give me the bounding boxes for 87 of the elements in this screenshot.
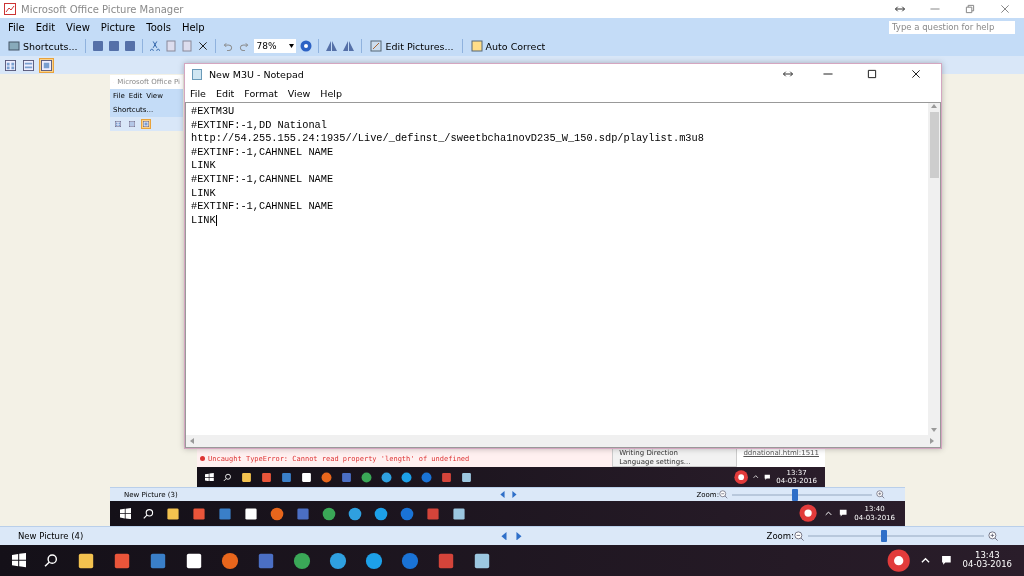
- view-mode-button[interactable]: [3, 57, 18, 73]
- window-title: Microsoft Office Picture Manager: [21, 3, 185, 15]
- view-mode-button[interactable]: [127, 119, 137, 129]
- view-icon: [23, 59, 34, 71]
- app-tray-icon[interactable]: [733, 469, 749, 485]
- view-mode-button[interactable]: [21, 57, 36, 73]
- text-line: #EXTINF:-1,CAHNNEL NAME: [191, 145, 334, 158]
- menu-item[interactable]: Help: [181, 21, 205, 33]
- auto-correct-button[interactable]: Auto Correct: [468, 37, 548, 55]
- app-tray-icon[interactable]: [887, 548, 911, 573]
- text-line: LINK: [191, 159, 216, 172]
- menu-item[interactable]: File: [190, 87, 206, 99]
- picture-name: New Picture (4): [18, 531, 84, 541]
- help-icon[interactable]: [300, 40, 313, 52]
- text-line: #EXTINF:-1,CAHNNEL NAME: [191, 172, 334, 185]
- previous-arrow-icon[interactable]: [499, 491, 505, 498]
- app-tray-icon[interactable]: [799, 504, 818, 523]
- scroll-right-icon: [929, 438, 935, 444]
- search-icon[interactable]: [44, 553, 59, 568]
- text-line: LINK: [191, 186, 216, 199]
- app-icon: [4, 3, 16, 15]
- view-mode-button[interactable]: [113, 119, 123, 129]
- zoom-out-icon[interactable]: [719, 490, 729, 499]
- zoom-in-icon[interactable]: [988, 530, 999, 542]
- edit-picture-icon: [370, 40, 383, 52]
- scroll-up-icon: [931, 103, 937, 109]
- message-icon[interactable]: [838, 509, 848, 518]
- error-icon: [200, 456, 205, 461]
- next-arrow-icon[interactable]: [515, 531, 522, 541]
- view-icon: [115, 121, 121, 127]
- menu-item[interactable]: File: [8, 21, 25, 33]
- menu-item[interactable]: Format: [244, 87, 278, 99]
- text-line: LINK: [191, 213, 216, 226]
- slider-thumb[interactable]: [881, 530, 888, 542]
- vertical-scrollbar[interactable]: [928, 103, 940, 435]
- view-icon: [129, 121, 135, 127]
- view-mode-button[interactable]: [39, 57, 54, 73]
- chevron-up-icon[interactable]: [921, 556, 931, 565]
- search-icon[interactable]: [143, 507, 155, 520]
- text-cursor: [215, 214, 217, 226]
- help-search-field[interactable]: Type a question for help: [888, 19, 1016, 35]
- view-mode-button[interactable]: [141, 119, 151, 129]
- scroll-down-icon: [931, 427, 937, 433]
- scrollbar-thumb[interactable]: [929, 112, 939, 178]
- menu-item[interactable]: Help: [320, 87, 342, 99]
- menu-item[interactable]: Edit: [35, 21, 56, 33]
- menu-item[interactable]: View: [66, 21, 90, 33]
- scissors-icon[interactable]: [150, 41, 161, 51]
- resize-cursor-icon: [783, 69, 793, 79]
- text-line: #EXTINF:-1,CAHNNEL NAME: [191, 200, 334, 213]
- maximize-icon[interactable]: [867, 69, 877, 79]
- previous-arrow-icon[interactable]: [501, 531, 508, 541]
- scroll-left-icon: [189, 438, 195, 444]
- view-icon: [41, 59, 52, 71]
- chevron-up-icon[interactable]: [753, 474, 759, 480]
- message-icon[interactable]: [764, 473, 771, 481]
- text-line: http://54.255.155.24:1935//Live/_definst_/sweetbcha1novD235_W_150.sdp/playlist.m3u8: [191, 132, 704, 145]
- text-line: #EXTINF:-1,DD National: [191, 118, 327, 131]
- windows-logo-icon[interactable]: [205, 472, 214, 482]
- horizontal-scrollbar[interactable]: [185, 435, 941, 448]
- zoom-dropdown[interactable]: 78%: [254, 39, 297, 53]
- search-icon[interactable]: [222, 472, 232, 482]
- shortcuts-button[interactable]: Shortcuts...: [6, 37, 80, 55]
- chevron-up-icon[interactable]: [824, 510, 832, 517]
- restore-icon[interactable]: [965, 4, 975, 14]
- slider-thumb[interactable]: [792, 488, 799, 501]
- text-line: #EXTM3U: [191, 105, 235, 117]
- menu-item[interactable]: Edit: [215, 87, 235, 99]
- resize-cursor-icon: [895, 4, 905, 14]
- menu-item[interactable]: View: [287, 87, 311, 99]
- windows-logo-icon[interactable]: [12, 553, 27, 568]
- zoom-out-icon[interactable]: [793, 530, 805, 542]
- menu-item[interactable]: Tools: [146, 21, 171, 33]
- windows-logo-icon[interactable]: [120, 507, 132, 520]
- view-icon: [143, 121, 149, 127]
- window-title: New M3U - Notepad: [209, 68, 305, 80]
- caret-icon: [289, 44, 295, 48]
- message-icon[interactable]: [941, 555, 952, 566]
- menu-item[interactable]: Picture: [100, 21, 136, 33]
- view-icon: [5, 59, 16, 71]
- delete-icon[interactable]: [198, 41, 209, 51]
- zoom-label: Zoom:: [766, 531, 794, 541]
- edit-pictures-button[interactable]: Edit Pictures...: [368, 37, 456, 55]
- next-arrow-icon[interactable]: [511, 491, 517, 498]
- close-icon[interactable]: [911, 69, 921, 79]
- zoom-in-icon[interactable]: [876, 490, 886, 499]
- taskbar-clock[interactable]: 13:43 04-03-2016: [962, 550, 1012, 571]
